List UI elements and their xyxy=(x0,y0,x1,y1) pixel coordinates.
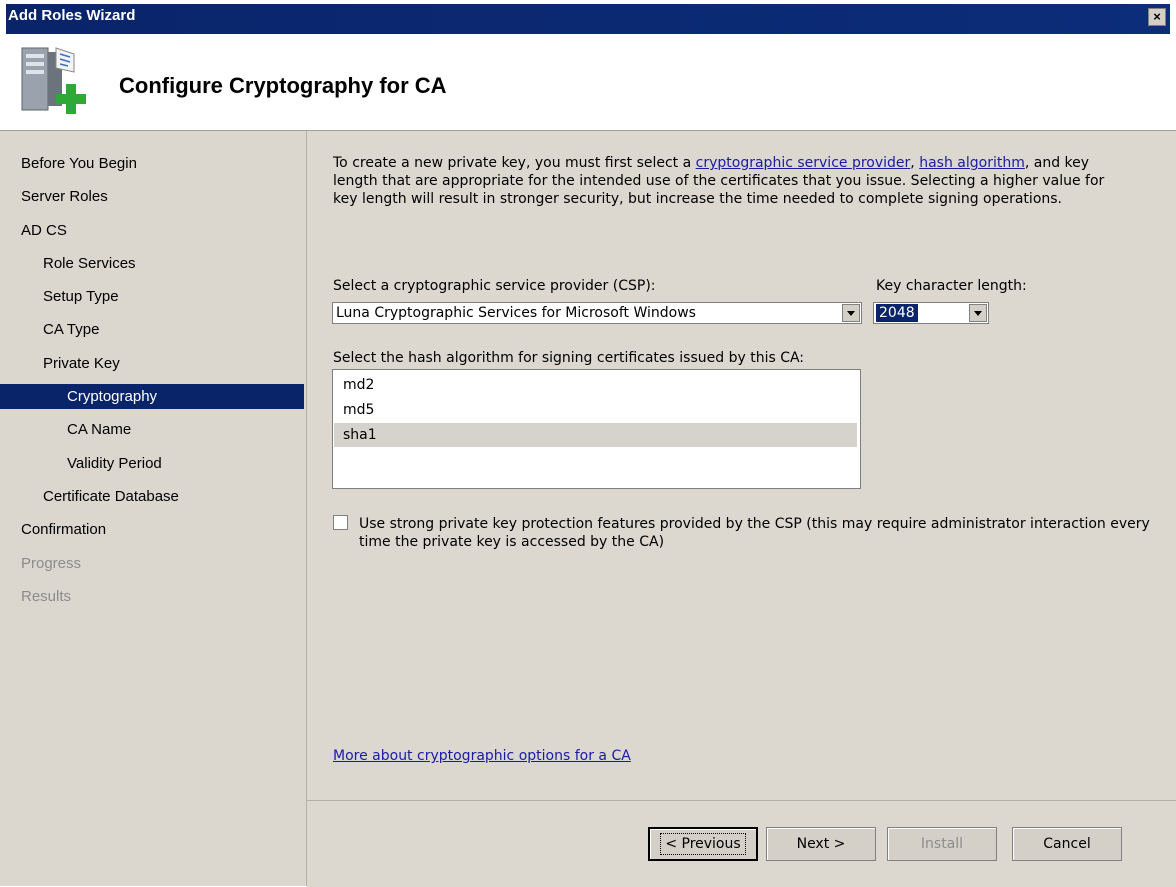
intro-separator: , xyxy=(910,155,920,171)
sidebar-item-certificate-database[interactable]: Certificate Database xyxy=(43,484,179,509)
wizard-header: Configure Cryptography for CA xyxy=(0,34,1176,131)
server-add-role-icon xyxy=(21,47,86,114)
title-bar-background xyxy=(6,4,1170,34)
sidebar-item-ca-name[interactable]: CA Name xyxy=(67,417,131,442)
page-title: Configure Cryptography for CA xyxy=(119,73,447,98)
sidebar-item-cryptography[interactable]: Cryptography xyxy=(0,384,304,409)
chevron-down-icon[interactable] xyxy=(969,304,987,322)
sidebar-item-validity-period[interactable]: Validity Period xyxy=(67,451,162,476)
key-length-label: Key character length: xyxy=(876,278,1027,294)
sidebar-item-setup-type[interactable]: Setup Type xyxy=(43,284,119,309)
strong-protection-label[interactable]: Use strong private key protection featur… xyxy=(359,515,1159,551)
csp-dropdown[interactable]: Luna Cryptographic Services for Microsof… xyxy=(332,302,862,324)
sidebar-item-private-key[interactable]: Private Key xyxy=(43,351,120,376)
strong-protection-checkbox[interactable] xyxy=(333,515,348,530)
sidebar-item-progress: Progress xyxy=(21,555,82,572)
install-button: Install xyxy=(887,827,997,861)
main-panel: To create a new private key, you must fi… xyxy=(307,131,1176,800)
wizard-steps-sidebar: Before You Begin Server Roles AD CS Role… xyxy=(0,131,307,886)
previous-button-label: < Previous xyxy=(660,833,746,855)
list-item-sha1[interactable]: sha1 xyxy=(334,423,857,447)
csp-label: Select a cryptographic service provider … xyxy=(333,278,656,294)
list-item-md5[interactable]: md5 xyxy=(334,398,857,422)
csp-dropdown-value: Luna Cryptographic Services for Microsof… xyxy=(336,305,696,321)
key-length-dropdown[interactable]: 2048 xyxy=(873,302,989,324)
chevron-down-icon[interactable] xyxy=(842,304,860,322)
sidebar-item-server-roles[interactable]: Server Roles xyxy=(21,184,108,209)
sidebar-item-ca-type[interactable]: CA Type xyxy=(43,317,99,342)
intro-text: To create a new private key, you must fi… xyxy=(333,154,1133,208)
next-button[interactable]: Next > xyxy=(766,827,876,861)
intro-text-part1: To create a new private key, you must fi… xyxy=(333,155,696,171)
wizard-footer: < Previous Next > Install Cancel xyxy=(307,800,1176,887)
window-title: Add Roles Wizard xyxy=(8,7,136,24)
more-cryptographic-options-link[interactable]: More about cryptographic options for a C… xyxy=(333,748,631,764)
sidebar-item-results: Results xyxy=(21,588,72,605)
close-icon[interactable]: × xyxy=(1148,8,1166,26)
csp-help-link[interactable]: cryptographic service provider xyxy=(696,155,911,171)
cancel-button[interactable]: Cancel xyxy=(1012,827,1122,861)
hash-algorithm-list[interactable]: md2 md5 sha1 xyxy=(332,369,861,489)
hash-algorithm-help-link[interactable]: hash algorithm xyxy=(919,155,1025,171)
sidebar-item-ad-cs[interactable]: AD CS xyxy=(21,218,67,243)
list-item-md2[interactable]: md2 xyxy=(334,373,857,397)
sidebar-item-role-services[interactable]: Role Services xyxy=(43,251,136,276)
hash-algorithm-label: Select the hash algorithm for signing ce… xyxy=(333,350,805,366)
previous-button[interactable]: < Previous xyxy=(648,827,758,861)
sidebar-item-before-you-begin[interactable]: Before You Begin xyxy=(21,151,137,176)
title-bar: Add Roles Wizard × xyxy=(0,0,1176,34)
key-length-dropdown-value: 2048 xyxy=(876,304,918,322)
sidebar-item-confirmation[interactable]: Confirmation xyxy=(21,517,106,542)
